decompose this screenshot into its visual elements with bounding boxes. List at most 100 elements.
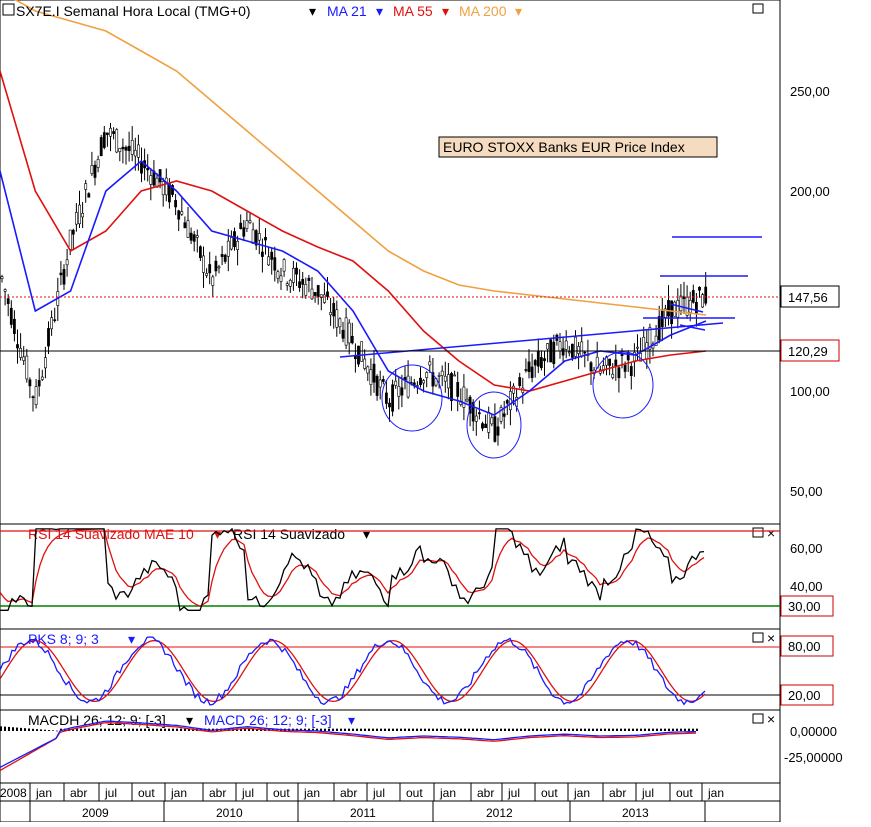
macd-bar [100,728,102,731]
macd-title-1[interactable]: MACDH 26; 12; 9; [-3] [28,712,166,728]
rsi-title-2[interactable]: RSI 14 Suavizado [233,526,345,542]
macd-arrow-2[interactable]: ▾ [348,712,355,728]
macd-bar [584,728,586,731]
candle-body [406,375,410,398]
macd-bar [492,728,494,731]
candle-body [245,220,249,229]
macd-bar [632,728,634,731]
candle-body [400,387,404,396]
candle-body [25,355,29,380]
macd-bar [636,728,638,731]
support-label: 120,29 [788,344,828,359]
macd-bar [600,728,602,731]
macd-bar [336,728,338,731]
macd-bar [368,728,370,731]
candle-body [437,375,441,377]
pks-arrow[interactable]: ▾ [128,631,135,647]
macd-bar [672,728,674,731]
macd-bar [40,729,42,731]
candle-body [505,400,509,404]
candle-body [539,357,543,369]
macd-bar [556,728,558,731]
candle-body [428,361,432,366]
ma200-legend[interactable]: MA 200 [459,3,507,19]
macd-bar [180,728,182,731]
macd-bar [688,728,690,731]
macd-bar [136,728,138,731]
macd-bar [12,727,14,731]
month-label: 2008 [0,786,27,800]
macd-bar [528,728,530,731]
y-tick-50: 50,00 [790,484,823,499]
ma55-arrow[interactable]: ▾ [442,3,449,19]
macd-bar [412,728,414,731]
candle-body [31,396,35,398]
macd-bar [444,728,446,731]
candle-body [236,240,240,251]
macd-bar [512,728,514,731]
macd-bar [488,728,490,731]
ma21-arrow[interactable]: ▾ [376,3,383,19]
macd-bar [552,728,554,731]
rsi-tick-60: 60,00 [790,541,823,556]
macd-bar [16,727,18,731]
month-label: jan [573,786,590,800]
macd-bar [676,728,678,731]
macd-bar [344,728,346,731]
candle-body [50,317,54,330]
candle-body [620,354,624,357]
pks-maximize-icon[interactable] [752,632,764,643]
ma21-legend[interactable]: MA 21 [327,3,367,19]
macd-bar [588,728,590,731]
maximize-icon[interactable] [752,3,764,14]
macd-bar [128,728,130,731]
candle-body [28,379,32,387]
ma200-arrow[interactable]: ▾ [515,3,522,19]
candle-body [34,386,38,405]
candle-body [106,132,109,135]
macd-bar [628,728,630,731]
macd-bar [684,728,686,731]
macd-bar [108,728,110,731]
candle-body [422,380,426,384]
macd-bar [352,728,354,731]
macd-bar [416,728,418,731]
macd-close-icon[interactable]: × [767,711,775,727]
rsi-arrow-2[interactable]: ▾ [363,526,370,542]
macd-bar [504,728,506,731]
candle-body [347,322,351,344]
candle-body [199,246,202,258]
candle-body [384,392,388,404]
candle-body [239,222,243,229]
candle-body [298,281,302,289]
header-arrow-1[interactable]: ▾ [309,3,316,19]
month-label: abr [340,786,357,800]
candle-body [53,319,57,321]
ma55-legend[interactable]: MA 55 [393,3,433,19]
macd-arrow-1[interactable]: ▾ [186,712,193,728]
year-label: 2009 [82,806,109,820]
candle-body [629,366,633,376]
macd-bar [112,728,114,731]
macd-bar [144,728,146,731]
macd-bar [608,728,610,731]
candle-body [552,341,556,364]
candle-body [577,346,581,354]
macd-maximize-icon[interactable] [752,713,764,724]
pks-close-icon[interactable]: × [767,630,775,646]
rsi-close-icon[interactable]: × [767,525,775,541]
candle-body [679,295,683,312]
chart-menu-icon[interactable] [2,3,15,16]
macd-bar [36,729,38,731]
macd-bar [176,728,178,731]
macd-bar [484,728,486,731]
candle-body [161,181,165,196]
candle-body [502,413,506,417]
candle-body [676,300,680,318]
rsi-maximize-icon[interactable] [752,527,764,538]
candle-body [93,164,97,178]
month-label: abr [609,786,626,800]
macd-bar [448,728,450,731]
macd-title-2[interactable]: MACD 26; 12; 9; [-3] [204,712,332,728]
macd-bar [664,728,666,731]
